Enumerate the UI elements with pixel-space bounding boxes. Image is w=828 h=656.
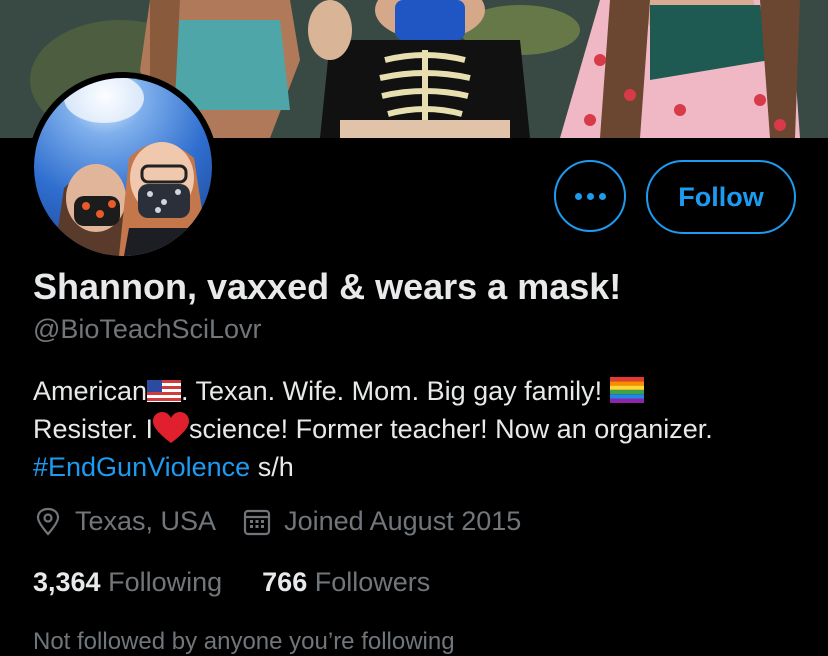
bio-text: American (33, 376, 148, 406)
user-handle: @BioTeachSciLovr (33, 314, 262, 344)
rainbow-flag-icon (609, 377, 644, 403)
follow-stats: 3,364 Following 766 Followers (33, 567, 430, 598)
profile-avatar[interactable] (28, 72, 218, 262)
red-heart-icon (153, 412, 190, 443)
profile-bio: American . Texan. Wife. Mom. Big gay fam… (33, 372, 813, 486)
followers-label: Followers (314, 567, 431, 597)
avatar-photo (54, 78, 209, 256)
more-options-button[interactable] (554, 160, 626, 232)
joined-date: Joined August 2015 (284, 506, 522, 536)
hashtag-link[interactable]: #EndGunViolence (33, 452, 250, 482)
bio-text: s/h (250, 452, 294, 482)
location-pin-icon (36, 507, 60, 536)
following-link[interactable]: 3,364 Following (33, 567, 222, 598)
bio-text: science! Former teacher! Now an organize… (189, 414, 713, 444)
location-text: Texas, USA (75, 506, 217, 536)
bio-text: . Texan. Wife. Mom. Big gay family! (181, 376, 603, 406)
follow-button[interactable]: Follow (646, 160, 796, 234)
profile-meta: Texas, USA Joined August 2015 (33, 506, 521, 537)
more-horizontal-icon (574, 192, 582, 200)
followed-by-notice: Not followed by anyone you’re following (33, 628, 455, 655)
bio-text: Resister. I (33, 414, 154, 444)
followers-count: 766 (262, 567, 308, 597)
us-flag-icon (147, 380, 182, 402)
calendar-icon (243, 509, 271, 535)
followers-link[interactable]: 766 Followers (262, 567, 430, 598)
display-name: Shannon, vaxxed & wears a mask! (33, 266, 622, 307)
following-label: Following (108, 567, 223, 597)
following-count: 3,364 (33, 567, 101, 597)
